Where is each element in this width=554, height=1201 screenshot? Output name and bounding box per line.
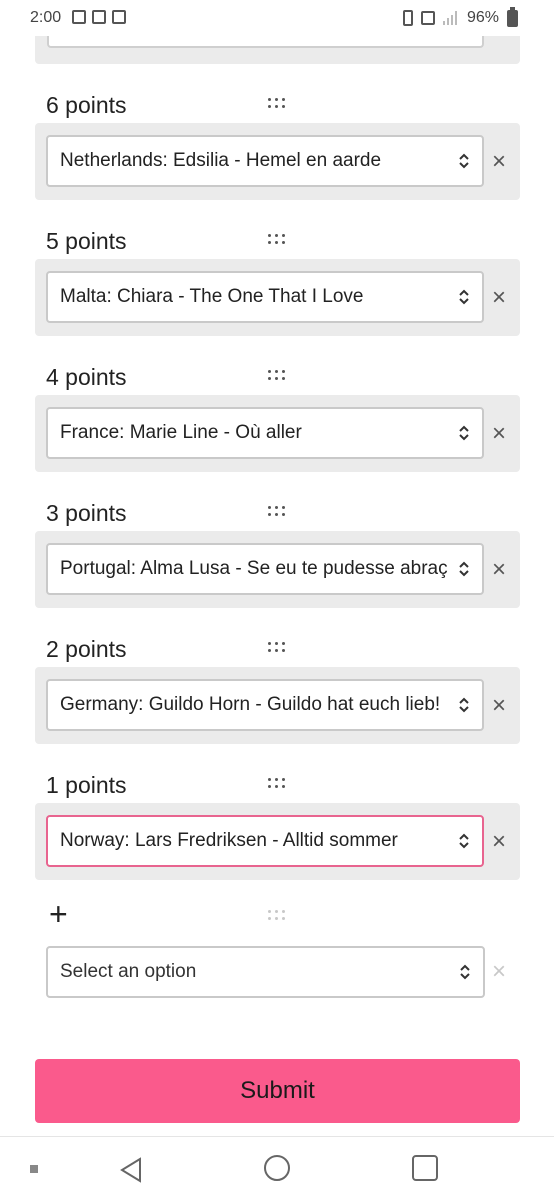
signal-icon <box>442 11 457 25</box>
song-select[interactable]: Norway: Lars Fredriksen - Alltid sommer <box>46 815 484 867</box>
remove-icon[interactable]: × <box>492 558 506 582</box>
add-icon[interactable]: + <box>49 898 68 930</box>
song-select-value: Germany: Guildo Horn - Guildo hat euch l… <box>60 694 441 715</box>
ranking-panel: Netherlands: Edsilia - Hemel en aarde <box>35 123 520 200</box>
image-icon <box>72 10 86 24</box>
drag-handle-icon[interactable] <box>268 778 288 790</box>
lte-icon <box>420 11 435 25</box>
remove-icon[interactable]: × <box>492 150 506 174</box>
home-icon[interactable] <box>264 1155 290 1181</box>
chevron-updown-icon <box>459 153 469 169</box>
ranking-panel: Portugal: Alma Lusa - Se eu te pudesse a… <box>35 531 520 608</box>
song-select-value: Portugal: Alma Lusa - Se eu te pudesse a… <box>60 558 448 579</box>
drag-handle-icon[interactable] <box>268 370 288 382</box>
points-label: 3 points <box>46 500 127 526</box>
points-label: 6 points <box>46 92 127 118</box>
points-label: 2 points <box>46 636 127 662</box>
submit-button[interactable]: Submit <box>35 1059 520 1123</box>
new-option-select[interactable]: Select an option <box>46 946 485 998</box>
song-select[interactable]: Portugal: Alma Lusa - Se eu te pudesse a… <box>46 543 484 595</box>
ranking-panel: Germany: Guildo Horn - Guildo hat euch l… <box>35 667 520 744</box>
remove-icon[interactable]: × <box>492 694 506 718</box>
remove-icon[interactable]: × <box>492 286 506 310</box>
song-select[interactable]: Malta: Chiara - The One That I Love <box>46 271 484 323</box>
remove-icon-disabled: × <box>492 958 507 985</box>
chevron-updown-icon <box>459 289 469 305</box>
ranking-panel: Norway: Lars Fredriksen - Alltid sommer <box>35 803 520 880</box>
new-option-placeholder: Select an option <box>60 961 197 982</box>
vibrate-icon <box>402 10 413 26</box>
battery-icon <box>507 6 518 27</box>
drag-handle-icon[interactable] <box>268 506 288 518</box>
points-label: 4 points <box>46 364 127 390</box>
drag-handle-icon[interactable] <box>268 642 288 654</box>
ranking-panel: France: Marie Line - Où aller <box>35 395 520 472</box>
mail-icon <box>92 10 106 24</box>
navigation-bar <box>0 1136 554 1201</box>
points-label: 5 points <box>46 228 127 254</box>
song-select-value: Malta: Chiara - The One That I Love <box>60 286 364 307</box>
chevron-updown-icon <box>459 561 469 577</box>
battery-percent: 96% <box>466 9 499 26</box>
back-icon[interactable] <box>118 1157 144 1183</box>
song-select[interactable]: Netherlands: Edsilia - Hemel en aarde <box>46 135 484 187</box>
remove-icon[interactable]: × <box>492 830 506 854</box>
chevron-updown-icon <box>459 425 469 441</box>
recent-apps-icon[interactable] <box>412 1155 438 1181</box>
drag-handle-icon[interactable] <box>268 98 288 110</box>
song-select[interactable]: France: Marie Line - Où aller <box>46 407 484 459</box>
nav-indicator-icon <box>30 1165 38 1173</box>
points-label: 1 points <box>46 772 127 798</box>
battery-saver-icon <box>112 10 126 24</box>
chevron-updown-icon <box>459 833 469 849</box>
chevron-updown-icon <box>459 697 469 713</box>
song-select[interactable]: Germany: Guildo Horn - Guildo hat euch l… <box>46 679 484 731</box>
status-bar: 2:00 96% <box>0 0 554 36</box>
chevron-updown-icon <box>460 964 470 980</box>
drag-handle-icon <box>268 910 288 922</box>
ranking-panel: Malta: Chiara - The One That I Love <box>35 259 520 336</box>
song-select-value: France: Marie Line - Où aller <box>60 422 302 443</box>
drag-handle-icon[interactable] <box>268 234 288 246</box>
remove-icon[interactable]: × <box>492 422 506 446</box>
song-select-value: Norway: Lars Fredriksen - Alltid sommer <box>60 830 398 851</box>
song-select-value: Netherlands: Edsilia - Hemel en aarde <box>60 150 382 171</box>
status-time: 2:00 <box>30 9 62 26</box>
